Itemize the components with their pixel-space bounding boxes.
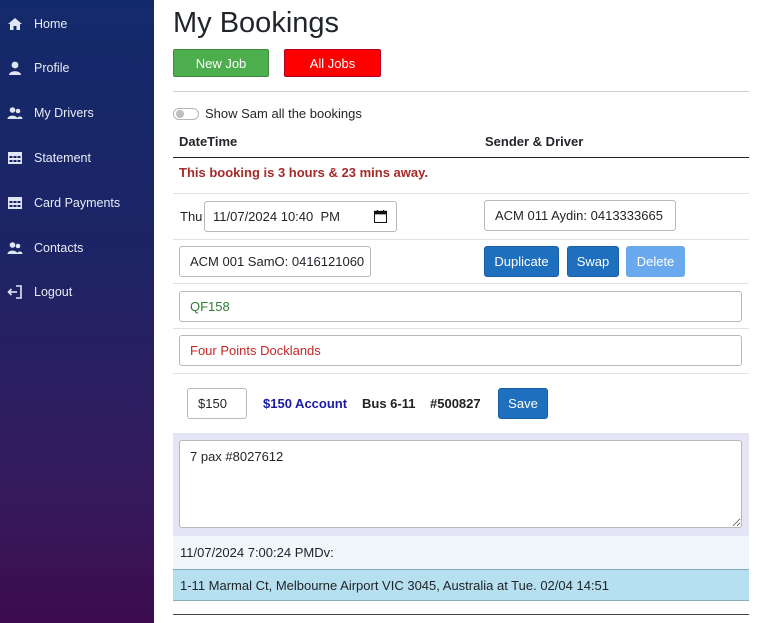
sidebar-item-label: My Drivers (34, 106, 94, 120)
log-entry: 11/07/2024 7:00:24 PMDv: (173, 536, 749, 569)
job-number: #500827 (430, 396, 481, 411)
sidebar-item-label: Statement (34, 151, 91, 165)
show-all-bookings-toggle[interactable] (173, 108, 199, 120)
sidebar-item-my-drivers[interactable]: My Drivers (0, 101, 154, 125)
address-entry: 1-11 Marmal Ct, Melbourne Airport VIC 30… (173, 569, 749, 601)
column-header-datetime: DateTime (179, 134, 238, 149)
users-icon (7, 242, 23, 254)
users-icon (7, 107, 23, 119)
sidebar-item-label: Card Payments (34, 196, 121, 210)
row-divider (173, 283, 749, 284)
sidebar-item-home[interactable]: Home (0, 12, 154, 36)
row-divider (173, 239, 749, 240)
column-header-sender-driver: Sender & Driver (485, 134, 584, 149)
calendar-icon[interactable] (374, 210, 387, 223)
sidebar-item-label: Profile (34, 61, 70, 75)
all-jobs-button[interactable]: All Jobs (284, 49, 381, 77)
sidebar: Home Profile My Drivers Statement Card P… (0, 0, 154, 623)
sidebar-item-card-payments[interactable]: Card Payments (0, 191, 154, 215)
delete-button[interactable]: Delete (626, 246, 685, 277)
destination-input[interactable]: Four Points Docklands (179, 335, 742, 366)
sender-input[interactable]: ACM 011 Aydin: 0413333665 (484, 200, 676, 231)
sidebar-item-label: Contacts (34, 241, 84, 255)
show-all-bookings-label: Show Sam all the bookings (205, 106, 362, 121)
booking-datetime-input[interactable]: 11/07/2024 10:40 PM (204, 201, 397, 232)
price-input[interactable]: $150 (187, 388, 247, 419)
sidebar-item-logout[interactable]: Logout (0, 280, 154, 304)
table-icon (8, 152, 22, 164)
divider (173, 91, 749, 92)
bus-label: Bus 6-11 (362, 396, 416, 411)
row-divider (173, 193, 749, 194)
duplicate-button[interactable]: Duplicate (484, 246, 559, 277)
sidebar-item-label: Logout (34, 285, 73, 299)
sidebar-item-label: Home (34, 17, 68, 31)
booking-day: Thu (180, 209, 203, 224)
user-icon (9, 61, 21, 75)
booking-datetime-value: 11/07/2024 10:40 PM (213, 209, 340, 224)
sidebar-item-profile[interactable]: Profile (0, 56, 154, 80)
row-divider (173, 328, 749, 329)
new-job-button[interactable]: New Job (173, 49, 269, 77)
row-divider (173, 373, 749, 374)
sidebar-item-contacts[interactable]: Contacts (0, 236, 154, 260)
logout-icon (7, 285, 22, 299)
flight-input[interactable]: QF158 (179, 291, 742, 322)
save-button[interactable]: Save (498, 388, 548, 419)
notes-textarea[interactable]: 7 pax #8027612 (179, 440, 742, 528)
price-account-label: $150 Account (263, 396, 348, 411)
sidebar-item-statement[interactable]: Statement (0, 146, 154, 170)
bottom-divider (173, 614, 749, 615)
page-title: My Bookings (173, 7, 340, 39)
home-icon (8, 18, 22, 30)
driver-input[interactable]: ACM 001 SamO: 0416121060 (179, 246, 371, 277)
table-header-divider (173, 157, 749, 158)
table-icon (8, 197, 22, 209)
notes-section: 7 pax #8027612 (173, 433, 749, 536)
booking-away-message: This booking is 3 hours & 23 mins away. (179, 165, 428, 180)
swap-button[interactable]: Swap (567, 246, 619, 277)
main-content: My Bookings New Job All Jobs Show Sam al… (154, 0, 760, 623)
